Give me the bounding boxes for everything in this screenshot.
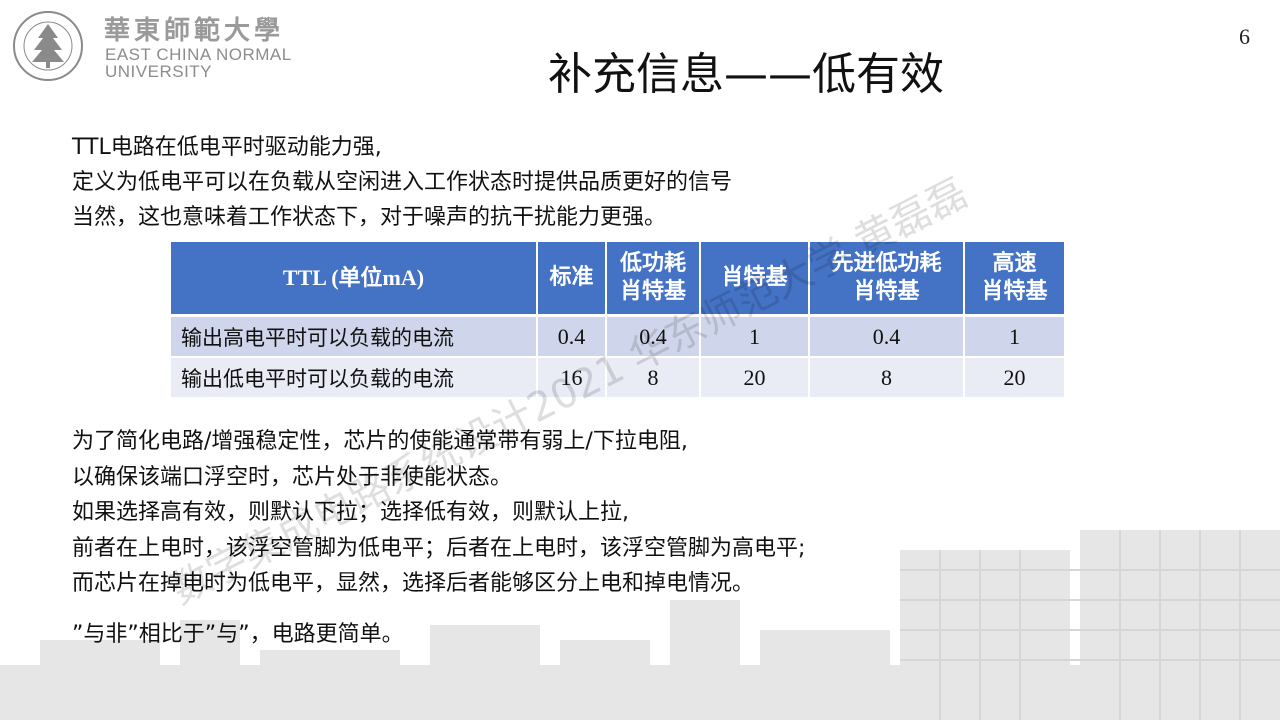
table-header-standard: 标准 — [537, 242, 607, 317]
row-label: 输出低电平时可以负载的电流 — [171, 357, 538, 399]
table-header-low-power-schottky: 低功耗 肖特基 — [606, 242, 701, 317]
logo-english-line1: EAST CHINA NORMAL — [105, 45, 292, 64]
table-cell: 0.4 — [537, 315, 607, 358]
body-line: 而芯片在掉电时为低电平，显然，选择后者能够区分上电和掉电情况。 — [72, 571, 755, 596]
table-header-ttl: TTL (单位mA) — [171, 242, 538, 317]
university-logo: 華東師範大學 EAST CHINA NORMAL UNIVERSITY — [8, 6, 298, 86]
table-header-row: TTL (单位mA) 标准 低功耗 肖特基 肖特基 先进低功耗 肖特基 高速 肖… — [171, 242, 1066, 317]
table-cell: 16 — [537, 357, 607, 399]
table-cell: 20 — [964, 357, 1066, 399]
header-text: 肖特基 — [853, 279, 920, 304]
table-row: 输出高电平时可以负载的电流 0.4 0.4 1 0.4 1 — [171, 315, 1066, 358]
header-text: 低功耗 — [619, 251, 686, 276]
body-line: 为了简化电路/增强稳定性，芯片的使能通常带有弱上/下拉电阻, — [72, 429, 688, 454]
slide-title: 补充信息——低有效 — [548, 49, 944, 100]
table-row: 输出低电平时可以负载的电流 16 8 20 8 20 — [171, 357, 1066, 399]
body-line: 前者在上电时，该浮空管脚为低电平；后者在上电时，该浮空管脚为高电平; — [72, 535, 806, 561]
table-cell: 1 — [964, 315, 1066, 358]
body-line: 以确保该端口浮空时，芯片处于非使能状态。 — [72, 464, 513, 490]
table-header-high-speed-schottky: 高速 肖特基 — [964, 242, 1066, 317]
page-number: 6 — [1239, 24, 1250, 49]
intro-paragraph: TTL电路在低电平时驱动能力强, 定义为低电平可以在负载从空闲进入工作状态时提供… — [72, 130, 732, 235]
header-text: 肖特基 — [721, 265, 788, 290]
logo-english-name: EAST CHINA NORMAL UNIVERSITY — [105, 46, 292, 80]
ttl-current-table: TTL (单位mA) 标准 低功耗 肖特基 肖特基 先进低功耗 肖特基 高速 肖… — [171, 242, 1066, 399]
table-header-advanced-low-power-schottky: 先进低功耗 肖特基 — [809, 242, 965, 317]
header-text: 肖特基 — [981, 279, 1048, 304]
header-text: 高速 — [992, 251, 1037, 276]
header-text: 先进低功耗 — [831, 251, 942, 276]
conclusion-line: ”与非”相比于”与”，电路更简单。 — [72, 622, 404, 647]
table-cell: 0.4 — [606, 315, 701, 358]
table-cell: 8 — [809, 357, 965, 399]
table-cell: 0.4 — [809, 315, 965, 358]
table-cell: 1 — [700, 315, 810, 358]
body-line: 如果选择高有效，则默认下拉；选择低有效，则默认上拉, — [72, 500, 629, 525]
row-label: 输出高电平时可以负载的电流 — [171, 315, 538, 358]
header-text: 肖特基 — [619, 279, 686, 304]
header-text: 标准 — [549, 265, 594, 290]
intro-line: 定义为低电平可以在负载从空闲进入工作状态时提供品质更好的信号 — [72, 170, 733, 195]
logo-english-line2: UNIVERSITY — [105, 62, 213, 81]
intro-line: 当然，这也意味着工作状态下，对于噪声的抗干扰能力更强。 — [72, 205, 667, 230]
table-header-schottky: 肖特基 — [700, 242, 810, 317]
table-cell: 20 — [700, 357, 810, 399]
university-seal-icon — [13, 11, 83, 81]
logo-chinese-name: 華東師範大學 — [104, 16, 285, 46]
intro-line: TTL电路在低电平时驱动能力强, — [72, 135, 382, 160]
explanation-paragraph: 为了简化电路/增强稳定性，芯片的使能通常带有弱上/下拉电阻, 以确保该端口浮空时… — [72, 424, 805, 602]
table-cell: 8 — [606, 357, 701, 399]
conclusion-paragraph: ”与非”相比于”与”，电路更简单。 — [72, 617, 404, 652]
